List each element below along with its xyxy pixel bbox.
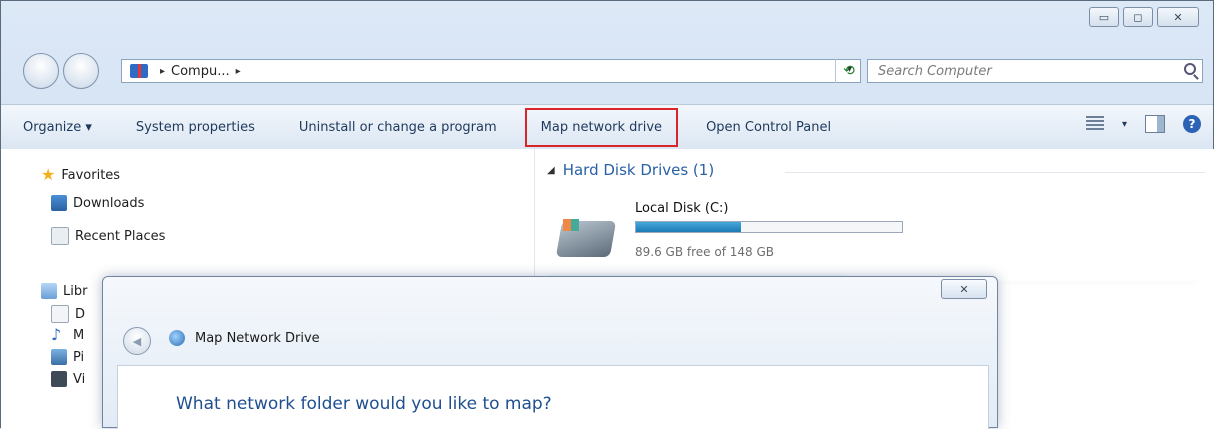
drive-usage-bar xyxy=(635,221,903,233)
downloads-item[interactable]: Downloads xyxy=(51,195,144,211)
dialog-title: Map Network Drive xyxy=(195,331,320,346)
forward-button[interactable] xyxy=(63,53,99,89)
preview-pane-icon[interactable] xyxy=(1145,115,1165,133)
breadcrumb-arrow-icon[interactable]: ▸ xyxy=(236,66,241,77)
library-videos-item[interactable]: Vi xyxy=(51,371,85,387)
change-view-icon[interactable] xyxy=(1085,116,1104,132)
drive-name: Local Disk (C:) xyxy=(635,201,729,216)
music-label: M xyxy=(73,327,85,343)
downloads-folder-icon xyxy=(51,195,67,211)
maximize-button[interactable]: ◻ xyxy=(1123,7,1153,27)
libraries-item[interactable]: Libr xyxy=(41,283,87,299)
window-caption-buttons: ▭ ◻ ✕ xyxy=(1089,7,1199,27)
downloads-label: Downloads xyxy=(73,195,145,211)
close-button[interactable]: ✕ xyxy=(1157,7,1199,27)
help-icon[interactable]: ? xyxy=(1183,115,1201,133)
view-controls: ▾ ? xyxy=(1085,115,1201,133)
recent-places-icon xyxy=(51,227,69,245)
library-music-item[interactable]: ♪ M xyxy=(51,327,84,343)
group-divider xyxy=(785,172,1205,173)
organize-menu[interactable]: Organize ▾ xyxy=(1,120,114,135)
address-bar[interactable]: ▸ Compu... ▸ ▾ xyxy=(121,59,861,83)
command-bar: Organize ▾ System properties Uninstall o… xyxy=(1,104,1213,150)
computer-icon xyxy=(130,64,148,78)
library-pictures-item[interactable]: Pi xyxy=(51,349,84,365)
star-icon: ★ xyxy=(41,165,56,184)
music-note-icon: ♪ xyxy=(51,325,62,344)
hard-disk-drives-title: Hard Disk Drives (1) xyxy=(562,161,715,179)
dialog-body: What network folder would you like to ma… xyxy=(117,365,989,429)
dialog-back-button[interactable]: ◀ xyxy=(123,327,151,355)
hard-disk-drives-header[interactable]: ◢ Hard Disk Drives (1) xyxy=(547,161,714,179)
breadcrumb-computer[interactable]: Compu... xyxy=(171,64,230,79)
dialog-close-button[interactable]: ✕ xyxy=(941,279,987,299)
breadcrumb-arrow-icon[interactable]: ▸ xyxy=(160,66,165,77)
documents-label: D xyxy=(75,306,86,322)
network-drive-icon xyxy=(169,330,185,346)
map-network-drive-button[interactable]: Map network drive xyxy=(524,107,679,147)
documents-icon xyxy=(51,305,69,323)
favorites-item[interactable]: ★ Favorites xyxy=(41,167,120,183)
dialog-question: What network folder would you like to ma… xyxy=(176,394,552,414)
pictures-icon xyxy=(51,349,67,365)
uninstall-program-button[interactable]: Uninstall or change a program xyxy=(277,120,519,135)
windows-logo-icon xyxy=(563,219,579,231)
drive-usage-fill xyxy=(636,222,742,232)
back-button[interactable] xyxy=(23,53,59,89)
open-control-panel-button[interactable]: Open Control Panel xyxy=(684,120,853,135)
videos-label: Vi xyxy=(73,371,86,387)
system-properties-button[interactable]: System properties xyxy=(114,120,277,135)
search-placeholder: Search Computer xyxy=(878,63,992,79)
recent-places-label: Recent Places xyxy=(75,228,166,244)
favorites-label: Favorites xyxy=(61,167,121,183)
library-documents-item[interactable]: D xyxy=(51,305,85,323)
libraries-label: Libr xyxy=(63,283,88,299)
search-icon[interactable] xyxy=(1184,63,1196,75)
recent-places-item[interactable]: Recent Places xyxy=(51,227,165,245)
collapse-triangle-icon[interactable]: ◢ xyxy=(547,165,555,176)
map-network-drive-dialog: ✕ ◀ Map Network Drive What network folde… xyxy=(102,276,998,429)
videos-icon xyxy=(51,371,67,387)
navigation-row: ▸ Compu... ▸ ▾ ⟲ Search Computer xyxy=(1,53,1213,93)
drive-free-space: 89.6 GB free of 148 GB xyxy=(635,245,774,259)
search-input[interactable]: Search Computer xyxy=(867,59,1203,83)
refresh-icon[interactable]: ⟲ xyxy=(835,59,862,83)
pictures-label: Pi xyxy=(73,349,85,365)
libraries-icon xyxy=(41,283,57,299)
view-dropdown-icon[interactable]: ▾ xyxy=(1122,119,1127,130)
minimize-button[interactable]: ▭ xyxy=(1089,7,1119,27)
